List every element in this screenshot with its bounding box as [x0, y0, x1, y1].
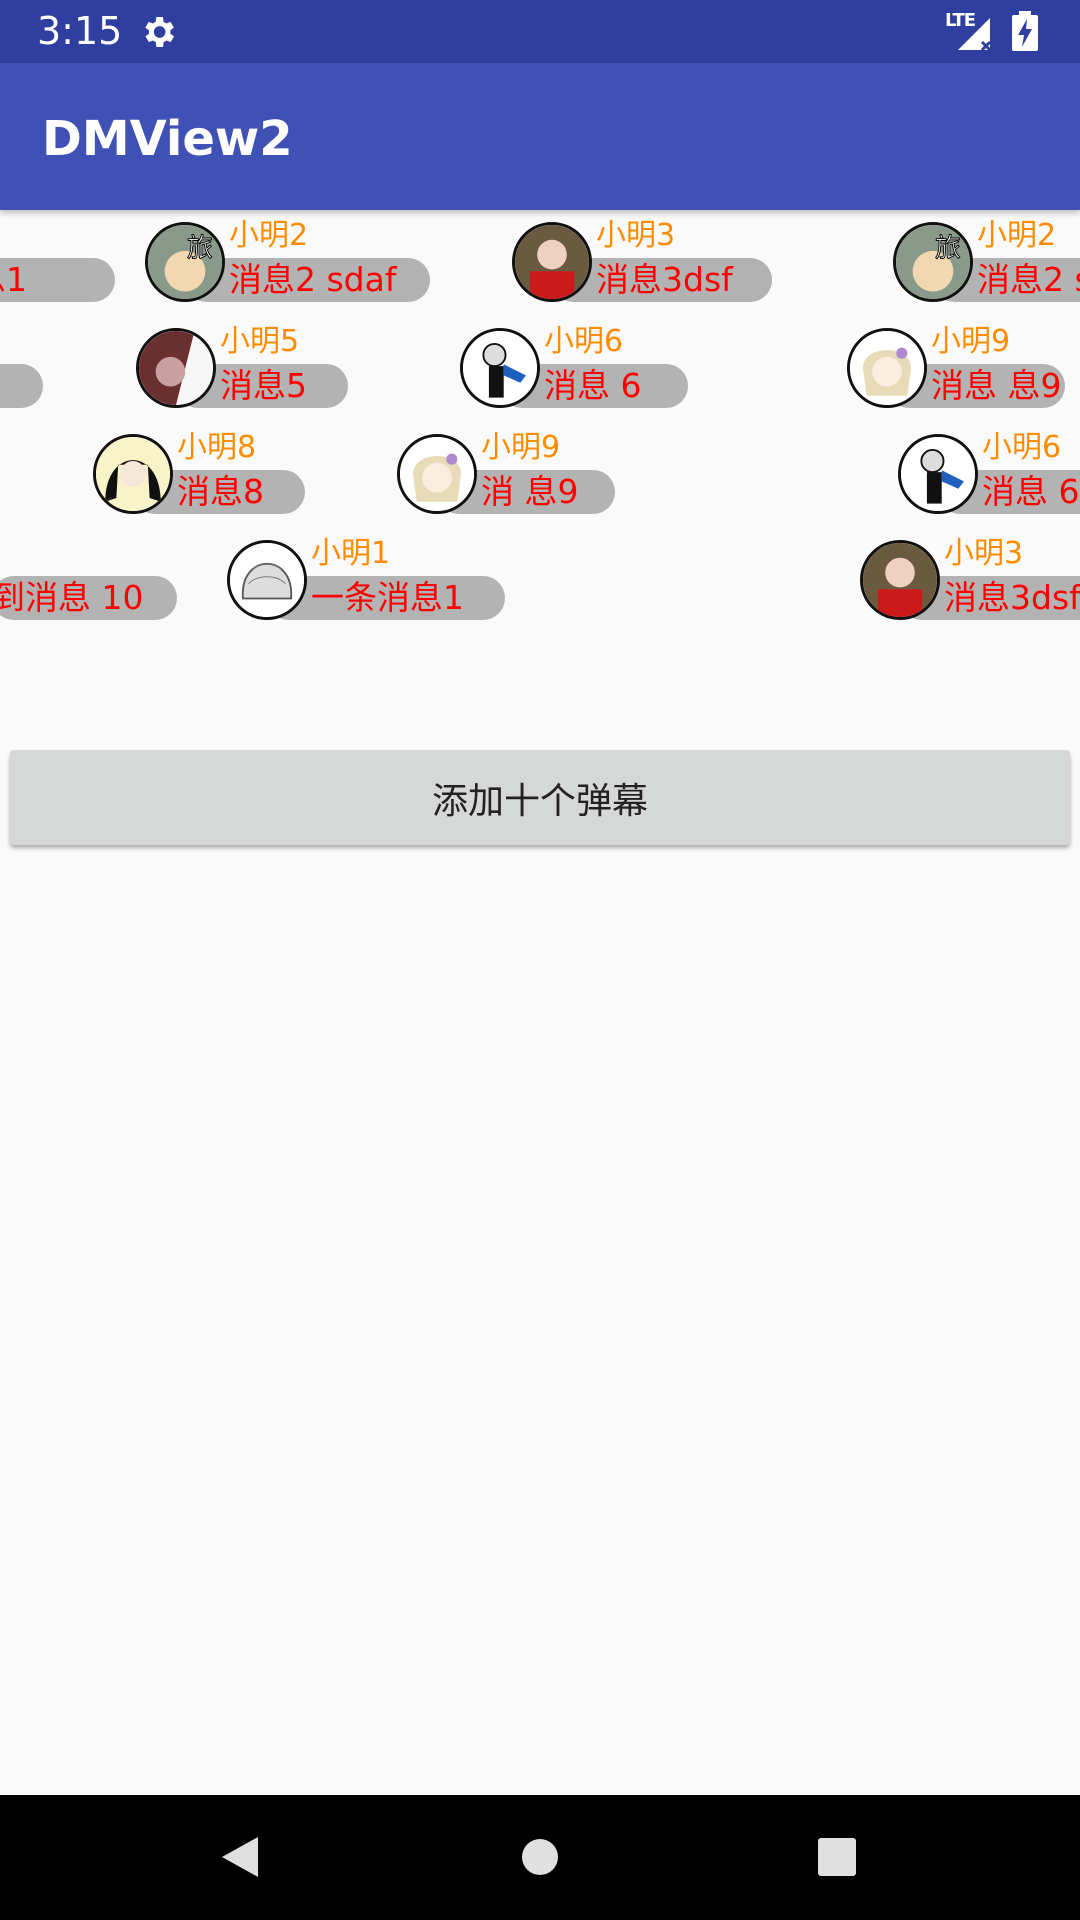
danmaku-name: 小明6 — [544, 324, 624, 359]
avatar — [847, 328, 927, 408]
danmaku-area: 消息1 旅 小明2 消息2 sdaf 小明3 消息3dsf 旅 小明2 消息2 … — [0, 210, 1080, 630]
danmaku-message: 消息2 s — [977, 260, 1080, 299]
settings-gear-icon — [145, 17, 174, 47]
avatar — [227, 540, 307, 620]
danmaku-item: 小明1 一条消息1 — [227, 528, 507, 620]
danmaku-bubble — [0, 364, 43, 408]
app-title: DMView2 — [42, 111, 293, 167]
avatar — [512, 222, 592, 302]
avatar: 旅 — [145, 222, 225, 302]
danmaku-item: 小明6 消息 6 — [898, 422, 1080, 514]
signal-icon — [958, 18, 992, 52]
avatar: 旅 — [893, 222, 973, 302]
avatar — [136, 328, 216, 408]
danmaku-name: 小明5 — [220, 324, 300, 359]
danmaku-item — [0, 316, 45, 408]
recents-icon[interactable] — [818, 1838, 856, 1876]
danmaku-name: 小明3 — [944, 536, 1024, 571]
danmaku-name: 小明6 — [982, 430, 1062, 465]
svg-text:旅: 旅 — [935, 233, 961, 263]
danmaku-name: 小明9 — [931, 324, 1011, 359]
danmaku-item: 到消息 10 — [0, 528, 177, 620]
danmaku-message: 消息5 — [220, 366, 307, 405]
danmaku-name: 小明1 — [311, 536, 391, 571]
danmaku-item: 消息1 — [0, 210, 120, 302]
battery-charging-icon — [1012, 11, 1038, 51]
danmaku-name: 小明2 — [229, 218, 309, 253]
danmaku-message: 消息3dsf — [596, 260, 733, 299]
danmaku-name: 小明3 — [596, 218, 676, 253]
danmaku-item: 旅 小明2 消息2 sdaf — [145, 210, 435, 302]
danmaku-item: 小明5 消息5 — [136, 316, 351, 408]
danmaku-item: 小明9 消息 息9 — [847, 316, 1067, 408]
home-icon[interactable] — [522, 1839, 558, 1875]
danmaku-message: 一条消息1 — [311, 578, 464, 617]
danmaku-message: 消息3dsf — [944, 578, 1080, 617]
danmaku-message: 消息1 — [0, 260, 27, 299]
danmaku-item: 旅 小明2 消息2 s — [893, 210, 1080, 302]
danmaku-item: 小明8 消息8 — [93, 422, 308, 514]
navigation-bar — [0, 1795, 1080, 1920]
danmaku-message: 消息2 sdaf — [229, 260, 397, 299]
back-icon[interactable] — [220, 1835, 260, 1879]
avatar — [860, 540, 940, 620]
danmaku-item: 小明6 消息 6 — [460, 316, 690, 408]
status-time: 3:15 — [37, 9, 123, 53]
danmaku-item: 小明3 消息3dsf — [512, 210, 772, 302]
danmaku-name: 小明2 — [977, 218, 1057, 253]
danmaku-message: 消 息9 — [481, 472, 579, 511]
avatar — [898, 434, 978, 514]
danmaku-message: 消息8 — [177, 472, 264, 511]
avatar — [460, 328, 540, 408]
status-bar: 3:15 LTE — [0, 0, 1080, 63]
svg-text:旅: 旅 — [187, 233, 213, 263]
danmaku-message: 到消息 10 — [0, 578, 144, 617]
danmaku-item: 小明9 消 息9 — [397, 422, 617, 514]
danmaku-message: 消息 6 — [982, 472, 1080, 511]
add-ten-danmaku-button[interactable]: 添加十个弹幕 — [10, 750, 1070, 845]
avatar — [93, 434, 173, 514]
app-bar: DMView2 — [0, 63, 1080, 210]
danmaku-message: 消息 息9 — [931, 366, 1062, 405]
danmaku-name: 小明9 — [481, 430, 561, 465]
danmaku-message: 消息 6 — [544, 366, 642, 405]
danmaku-item: 小明3 消息3dsf — [860, 528, 1080, 620]
avatar — [397, 434, 477, 514]
danmaku-name: 小明8 — [177, 430, 257, 465]
